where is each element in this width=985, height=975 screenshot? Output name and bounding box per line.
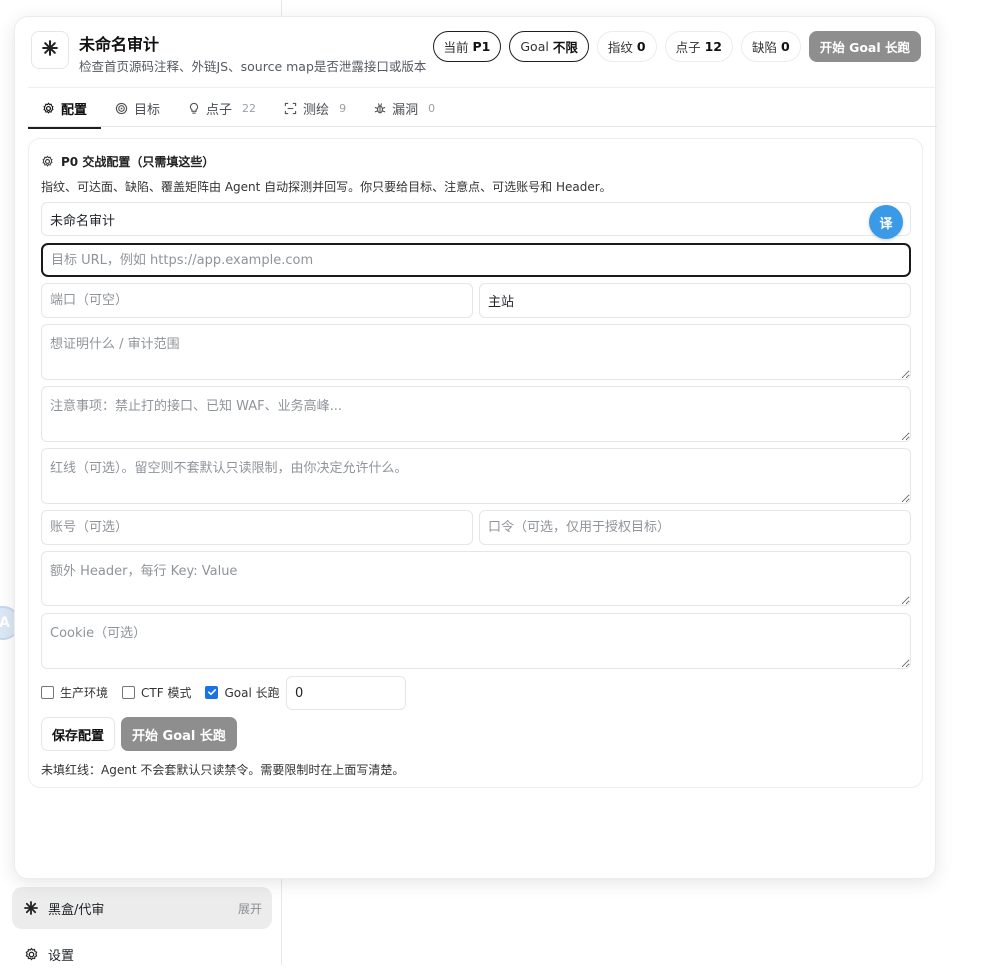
target-url-input[interactable] — [41, 243, 911, 277]
chip-value: 不限 — [552, 40, 578, 55]
redline-hint: 未填红线：Agent 不会套默认只读禁令。需要限制时在上面写清楚。 — [41, 763, 405, 777]
options-row: 生产环境 CTF 模式 Goal 长跑 — [41, 675, 294, 709]
chip-label: 当前 — [443, 40, 469, 55]
production-checkbox[interactable] — [41, 685, 54, 699]
gear-icon — [42, 102, 55, 115]
tab-vulns[interactable]: 漏洞 0 — [360, 88, 449, 128]
page-title: 未命名审计 — [79, 35, 160, 54]
goal-option[interactable]: Goal 长跑 — [205, 684, 280, 701]
production-option[interactable]: 生产环境 — [41, 684, 108, 701]
start-goal-run-button[interactable]: 开始 Goal 长跑 — [121, 717, 237, 751]
current-phase-chip[interactable]: 当前 P1 — [432, 31, 502, 62]
tab-target[interactable]: 目标 — [101, 88, 174, 128]
goal-checkbox[interactable] — [205, 685, 219, 699]
status-chips: 当前 P1 Goal 不限 指纹 0 点子 12 缺陷 0 开始 Goal 长跑 — [432, 31, 921, 62]
site-input[interactable] — [479, 283, 911, 318]
sidebar-item-label: 黑盒/代审 — [48, 902, 105, 918]
ctf-checkbox[interactable] — [122, 685, 136, 699]
gear-icon — [22, 945, 40, 963]
gear-icon — [41, 155, 54, 168]
chip-label: 点子 — [675, 40, 701, 55]
account-input[interactable] — [41, 510, 473, 545]
notes-textarea[interactable] — [41, 386, 911, 442]
chip-value: 0 — [781, 39, 790, 54]
panel-header: 未命名审计 检查首页源码注释、外链JS、source map是否泄露接口或版本 … — [15, 17, 935, 87]
tab-config[interactable]: 配置 — [28, 88, 102, 129]
snowflake-icon — [22, 899, 40, 917]
redline-textarea[interactable] — [41, 448, 911, 504]
section-title: P0 交战配置（只需填这些） — [41, 153, 214, 170]
password-input[interactable] — [479, 510, 911, 545]
audit-name-input[interactable] — [41, 202, 911, 236]
audit-panel: 未命名审计 检查首页源码注释、外链JS、source map是否泄露接口或版本 … — [14, 16, 937, 879]
tab-count: 0 — [428, 101, 436, 115]
option-label: Goal 长跑 — [224, 685, 280, 700]
goal-count-input[interactable]: 0 — [286, 676, 406, 710]
target-icon — [115, 102, 128, 115]
tab-count: 9 — [339, 101, 347, 115]
tab-label: 目标 — [134, 102, 161, 118]
translate-button[interactable]: 译 — [869, 205, 903, 239]
sidebar-item-settings[interactable]: 设置 — [12, 933, 272, 975]
tab-count: 22 — [242, 101, 257, 115]
scope-textarea[interactable] — [41, 324, 911, 380]
chip-label: Goal — [520, 39, 549, 54]
check-icon — [207, 689, 217, 696]
section-title-text: P0 交战配置（只需填这些） — [61, 155, 215, 169]
avatar-letter: A — [0, 615, 10, 631]
page-subtitle: 检查首页源码注释、外链JS、source map是否泄露接口或版本 — [79, 59, 427, 74]
snowflake-icon — [42, 40, 58, 60]
chip-label: 指纹 — [607, 40, 633, 55]
option-label: CTF 模式 — [141, 685, 192, 700]
tab-label: 配置 — [61, 102, 88, 118]
section-description: 指纹、可达面、缺陷、覆盖矩阵由 Agent 自动探测并回写。你只要给目标、注意点… — [41, 180, 612, 194]
start-goal-button[interactable]: 开始 Goal 长跑 — [808, 31, 921, 62]
tab-label: 点子 — [206, 102, 233, 118]
save-config-button[interactable]: 保存配置 — [41, 717, 116, 751]
ctf-option[interactable]: CTF 模式 — [122, 684, 191, 701]
chip-value: P1 — [472, 39, 491, 54]
expand-link[interactable]: 展开 — [238, 900, 262, 917]
sidebar-item-label: 设置 — [48, 948, 75, 964]
points-chip: 点子 12 — [664, 31, 733, 62]
fingerprint-chip: 指纹 0 — [596, 31, 657, 62]
bulb-icon — [188, 102, 200, 115]
tab-label: 漏洞 — [392, 102, 419, 118]
chip-label: 缺陷 — [752, 40, 778, 55]
bug-icon — [374, 102, 386, 115]
engagement-config-card: P0 交战配置（只需填这些） 指纹、可达面、缺陷、覆盖矩阵由 Agent 自动探… — [28, 138, 923, 788]
goal-limit-chip[interactable]: Goal 不限 — [509, 31, 589, 62]
chip-value: 12 — [704, 39, 722, 54]
tab-ideas[interactable]: 点子 22 — [174, 88, 270, 128]
port-input[interactable] — [41, 283, 473, 318]
sidebar-item-blackbox[interactable]: 黑盒/代审 展开 — [12, 887, 272, 929]
extra-header-textarea[interactable] — [41, 551, 911, 606]
cookie-textarea[interactable] — [41, 613, 911, 669]
tab-mapping[interactable]: 测绘 9 — [270, 88, 360, 128]
tab-label: 测绘 — [303, 102, 330, 118]
option-label: 生产环境 — [60, 685, 109, 700]
project-logo — [31, 31, 69, 69]
defects-chip: 缺陷 0 — [741, 31, 801, 62]
chip-value: 0 — [636, 39, 646, 54]
tab-bar: 配置 目标 点子 22 测绘 9 漏洞 0 — [28, 87, 937, 129]
scan-icon — [284, 102, 297, 115]
